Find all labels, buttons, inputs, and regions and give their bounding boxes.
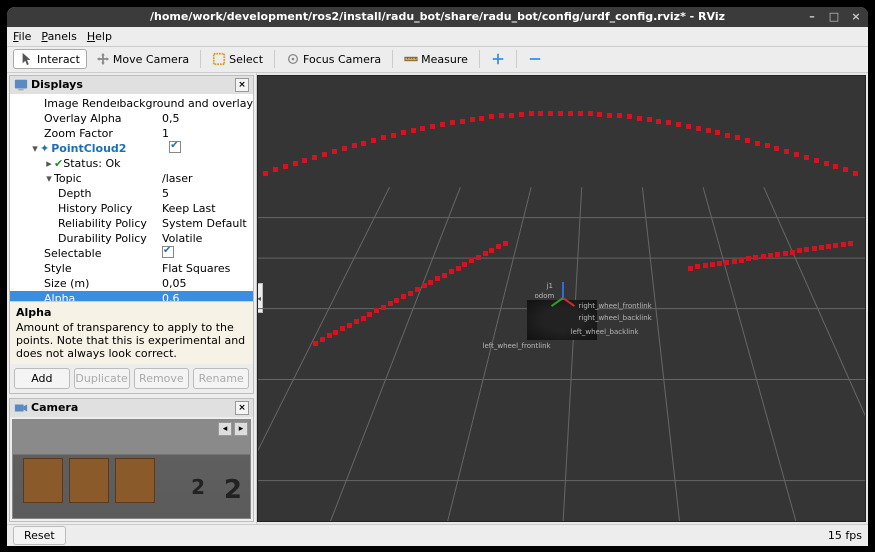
pointcloud2-checkbox[interactable]: [169, 141, 181, 153]
cursor-icon: [20, 52, 34, 66]
expand-icon[interactable]: ▾: [30, 142, 40, 155]
fps-label: 15 fps: [828, 529, 862, 542]
camera-scene-object: [69, 458, 109, 503]
toolbar-separator: [392, 50, 393, 68]
move-camera-label: Move Camera: [113, 53, 189, 66]
camera-nav-arrows: ◂ ▸: [218, 422, 248, 436]
displays-tree[interactable]: Image Renderingbackground and overlay Ov…: [10, 94, 253, 301]
select-label: Select: [229, 53, 263, 66]
menu-file[interactable]: File: [13, 30, 31, 43]
window-title: /home/work/development/ros2/install/radu…: [150, 10, 725, 23]
selectable-checkbox[interactable]: [162, 246, 174, 258]
measure-icon: [404, 52, 418, 66]
focus-camera-button[interactable]: Focus Camera: [279, 49, 388, 69]
menu-help[interactable]: Help: [87, 30, 112, 43]
displays-header[interactable]: Displays ×: [10, 76, 253, 94]
move-camera-icon: [96, 52, 110, 66]
camera-nav-right[interactable]: ▸: [234, 422, 248, 436]
robot-origin: j1 odom right_wheel_frontlink right_whee…: [527, 300, 597, 340]
prop-topic[interactable]: ▾Topic/laser: [10, 171, 253, 186]
measure-button[interactable]: Measure: [397, 49, 475, 69]
prop-style[interactable]: StyleFlat Squares: [10, 261, 253, 276]
desc-title: Alpha: [16, 306, 247, 319]
minimize-button[interactable]: –: [806, 11, 818, 23]
camera-header[interactable]: Camera ×: [10, 399, 253, 417]
window-controls: – □ ×: [806, 7, 862, 27]
camera-icon: [14, 401, 28, 415]
main-area: Displays × Image Renderingbackground and…: [7, 73, 868, 524]
prop-image-rendering[interactable]: Image Renderingbackground and overlay: [10, 96, 253, 111]
move-camera-button[interactable]: Move Camera: [89, 49, 196, 69]
displays-close-button[interactable]: ×: [235, 78, 249, 92]
prop-zoom-factor[interactable]: Zoom Factor1: [10, 126, 253, 141]
duplicate-button: Duplicate: [74, 368, 130, 389]
camera-view[interactable]: 2 2 ◂ ▸: [12, 419, 251, 519]
prop-alpha[interactable]: Alpha0,6: [10, 291, 253, 301]
menu-panels[interactable]: Panels: [41, 30, 76, 43]
interact-button[interactable]: Interact: [13, 49, 87, 69]
camera-scene-object: [23, 458, 63, 503]
frame-label: j1: [547, 282, 553, 290]
toolbar-separator: [479, 50, 480, 68]
reset-button[interactable]: Reset: [13, 526, 66, 545]
close-button[interactable]: ×: [850, 11, 862, 23]
plus-tool-button[interactable]: [484, 49, 512, 69]
camera-nav-left[interactable]: ◂: [218, 422, 232, 436]
display-pointcloud2[interactable]: ▾✦PointCloud2: [10, 141, 253, 156]
statusbar: Reset 15 fps: [7, 524, 868, 546]
titlebar[interactable]: /home/work/development/ros2/install/radu…: [7, 7, 868, 27]
frame-label: right_wheel_frontlink: [579, 302, 652, 310]
toolbar-separator: [274, 50, 275, 68]
camera-close-button[interactable]: ×: [235, 401, 249, 415]
minus-tool-button[interactable]: [521, 49, 549, 69]
plus-icon: [491, 52, 505, 66]
desc-body: Amount of transparency to apply to the p…: [16, 321, 247, 360]
select-icon: [212, 52, 226, 66]
prop-durability-policy[interactable]: Durability PolicyVolatile: [10, 231, 253, 246]
rename-button: Rename: [193, 368, 249, 389]
frame-label: odom: [535, 292, 555, 300]
camera-title: Camera: [31, 401, 78, 414]
camera-panel: Camera × 2 2 ◂ ▸: [9, 398, 254, 522]
expand-icon[interactable]: ▸: [44, 157, 54, 170]
displays-buttons: Add Duplicate Remove Rename: [10, 364, 253, 393]
displays-panel: Displays × Image Renderingbackground and…: [9, 75, 254, 394]
toolbar: Interact Move Camera Select Focus Camera…: [7, 47, 868, 73]
displays-title: Displays: [31, 78, 83, 91]
prop-depth[interactable]: Depth5: [10, 186, 253, 201]
property-description: Alpha Amount of transparency to apply to…: [10, 301, 253, 364]
rviz-window: /home/work/development/ros2/install/radu…: [7, 7, 868, 546]
select-button[interactable]: Select: [205, 49, 270, 69]
prop-overlay-alpha[interactable]: Overlay Alpha0,5: [10, 111, 253, 126]
expand-icon[interactable]: ▾: [44, 172, 54, 185]
focus-camera-label: Focus Camera: [303, 53, 381, 66]
frame-label: left_wheel_frontlink: [483, 342, 551, 350]
displays-icon: [14, 78, 28, 92]
prop-selectable[interactable]: Selectable: [10, 246, 253, 261]
measure-label: Measure: [421, 53, 468, 66]
focus-camera-icon: [286, 52, 300, 66]
camera-scene-object: [115, 458, 155, 503]
prop-status[interactable]: ▸✔ Status: Ok: [10, 156, 253, 171]
menubar: File Panels Help: [7, 27, 868, 47]
minus-icon: [528, 52, 542, 66]
3d-view[interactable]: ◂ j1 odom right_wheel_frontlink right_wh…: [257, 75, 866, 522]
remove-button: Remove: [134, 368, 190, 389]
prop-history-policy[interactable]: History PolicyKeep Last: [10, 201, 253, 216]
toolbar-separator: [200, 50, 201, 68]
maximize-button[interactable]: □: [828, 11, 840, 23]
toolbar-separator: [516, 50, 517, 68]
camera-scene-text: 2: [191, 475, 205, 499]
frame-label: right_wheel_backlink: [579, 314, 652, 322]
prop-size-m[interactable]: Size (m)0,05: [10, 276, 253, 291]
prop-reliability-policy[interactable]: Reliability PolicySystem Default: [10, 216, 253, 231]
interact-label: Interact: [37, 53, 80, 66]
frame-label: left_wheel_backlink: [571, 328, 639, 336]
camera-scene-text: 2: [224, 475, 242, 505]
add-button[interactable]: Add: [14, 368, 70, 389]
left-pane: Displays × Image Renderingbackground and…: [7, 73, 257, 524]
